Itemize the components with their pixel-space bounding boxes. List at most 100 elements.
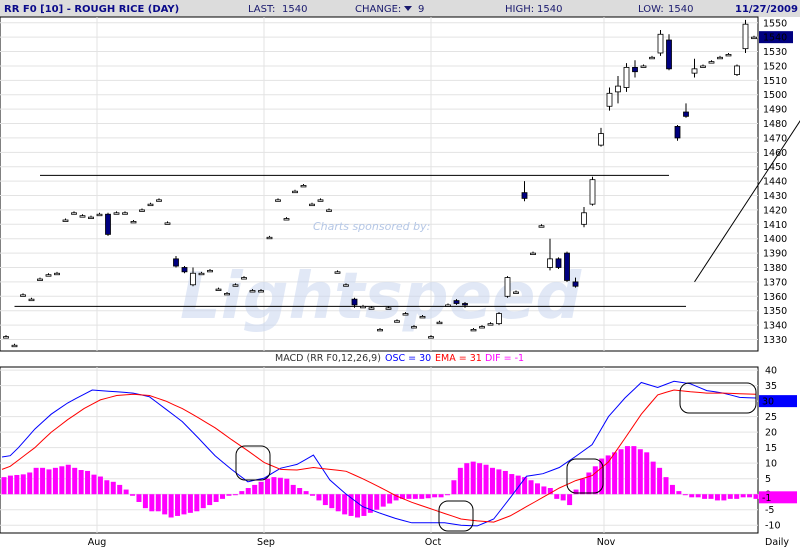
macd-histogram-bar — [335, 494, 341, 512]
candle-body-up — [309, 203, 315, 207]
candle-body-up — [708, 61, 715, 64]
macd-histogram-bar — [374, 494, 380, 510]
macd-prefix: MACD (RR F0,12,26,9) — [275, 353, 381, 364]
macd-histogram-bar — [297, 488, 303, 495]
macd-histogram-bar — [277, 477, 283, 495]
macd-histogram-bar — [419, 494, 425, 499]
candle-body-up — [445, 304, 451, 307]
macd-tick-label: 20 — [765, 428, 777, 439]
candle-body-up — [717, 56, 723, 60]
candle-body-up — [241, 277, 247, 280]
price-tick-label: 1510 — [763, 76, 787, 87]
macd-histogram-bar — [618, 449, 624, 495]
macd-histogram-bar — [207, 494, 213, 506]
candle-body-up — [725, 54, 732, 57]
macd-histogram-bar — [181, 494, 187, 515]
candle-body-up — [28, 298, 35, 302]
macd-histogram-bar — [432, 494, 438, 498]
macd-histogram-bar — [470, 461, 476, 495]
macd-histogram-bar — [290, 484, 296, 495]
macd-histogram-bar — [657, 467, 663, 495]
macd-histogram-bar — [245, 488, 251, 495]
macd-histogram-bar — [502, 470, 508, 495]
macd-histogram-bar — [721, 494, 727, 501]
candle-body-down — [564, 252, 570, 281]
candle-body-up — [368, 307, 375, 310]
candle-body-down — [666, 39, 672, 70]
price-tick-label: 1430 — [763, 191, 787, 202]
candle-body-up — [504, 277, 511, 297]
x-tick-label: Aug — [88, 537, 107, 548]
macd-histogram-bar — [702, 494, 708, 499]
candle-body-up — [147, 203, 154, 207]
macd-histogram-bar — [342, 494, 348, 515]
low-value: 1540 — [668, 4, 693, 15]
macd-histogram-bar — [464, 463, 470, 495]
candle-body-down — [632, 66, 638, 73]
macd-histogram-bar — [753, 494, 759, 499]
candle-body-up — [326, 209, 332, 212]
macd-histogram-bar — [714, 494, 720, 501]
candle-body-up — [700, 65, 706, 68]
macd-histogram-bar — [59, 466, 65, 495]
candle-body-up — [3, 336, 9, 339]
macd-histogram-bar — [162, 494, 168, 515]
macd-histogram-bar — [380, 494, 386, 507]
macd-histogram-bar — [142, 494, 148, 509]
candle-body-up — [122, 212, 128, 215]
candle-body-up — [606, 92, 613, 107]
macd-histogram-bar — [110, 481, 116, 495]
macd-histogram-bar — [650, 461, 656, 495]
candle-body-up — [657, 33, 664, 54]
high-label: HIGH: — [505, 4, 534, 15]
macd-histogram-bar — [78, 470, 84, 495]
candle-body-up — [258, 290, 264, 293]
candle-body-up — [623, 66, 630, 88]
chart-root: RR F0 [10] - ROUGH RICE (DAY) LAST: 1540… — [0, 0, 800, 550]
macd-ema-label: EMA = 31 — [435, 353, 482, 364]
macd-histogram-bar — [175, 494, 181, 516]
macd-histogram-bar — [438, 494, 444, 498]
last-label: LAST: — [248, 4, 275, 15]
macd-histogram-bar — [40, 467, 46, 495]
macd-histogram-bar — [554, 494, 560, 499]
macd-histogram-bar — [457, 467, 463, 495]
candle-body-up — [190, 272, 196, 286]
macd-histogram-bar — [14, 474, 20, 495]
candle-body-up — [88, 216, 94, 220]
price-tick-label: 1440 — [763, 177, 787, 188]
macd-histogram-bar — [329, 494, 335, 509]
candle-body-up — [496, 313, 502, 325]
macd-histogram-bar — [149, 494, 155, 512]
candle-body-up — [334, 271, 341, 274]
macd-histogram-bar — [676, 491, 682, 495]
price-tick-label: 1360 — [763, 292, 787, 303]
candle-body-down — [453, 300, 460, 304]
candle-body-up — [581, 212, 587, 225]
macd-histogram-bar — [708, 494, 714, 499]
macd-osc-label: OSC = 30 — [385, 353, 431, 364]
candle-body-up — [62, 219, 69, 222]
candle-body-up — [54, 272, 60, 276]
candle-body-down — [572, 281, 579, 287]
macd-histogram-bar — [361, 494, 367, 516]
x-tick-label: Daily — [765, 537, 789, 548]
candle-body-up — [385, 307, 392, 310]
candle-body-up — [37, 278, 43, 281]
macd-histogram-bar — [355, 494, 361, 518]
price-tick-label: 1340 — [763, 321, 787, 332]
macd-histogram-bar — [220, 494, 226, 499]
candle-body-up — [317, 199, 324, 202]
candle-body-down — [105, 213, 111, 235]
price-tick-label: 1390 — [763, 249, 787, 260]
macd-histogram-bar — [592, 466, 598, 495]
macd-histogram-bar — [258, 481, 264, 495]
price-tick-label: 1520 — [763, 61, 787, 72]
macd-histogram-bar — [65, 464, 71, 495]
macd-histogram-bar — [624, 446, 630, 495]
sponsor-brand: Lightspeed — [180, 260, 582, 334]
macd-histogram-bar — [27, 472, 33, 495]
macd-histogram-bar — [509, 474, 515, 495]
candle-body-up — [360, 305, 366, 309]
macd-histogram-bar — [213, 494, 219, 502]
